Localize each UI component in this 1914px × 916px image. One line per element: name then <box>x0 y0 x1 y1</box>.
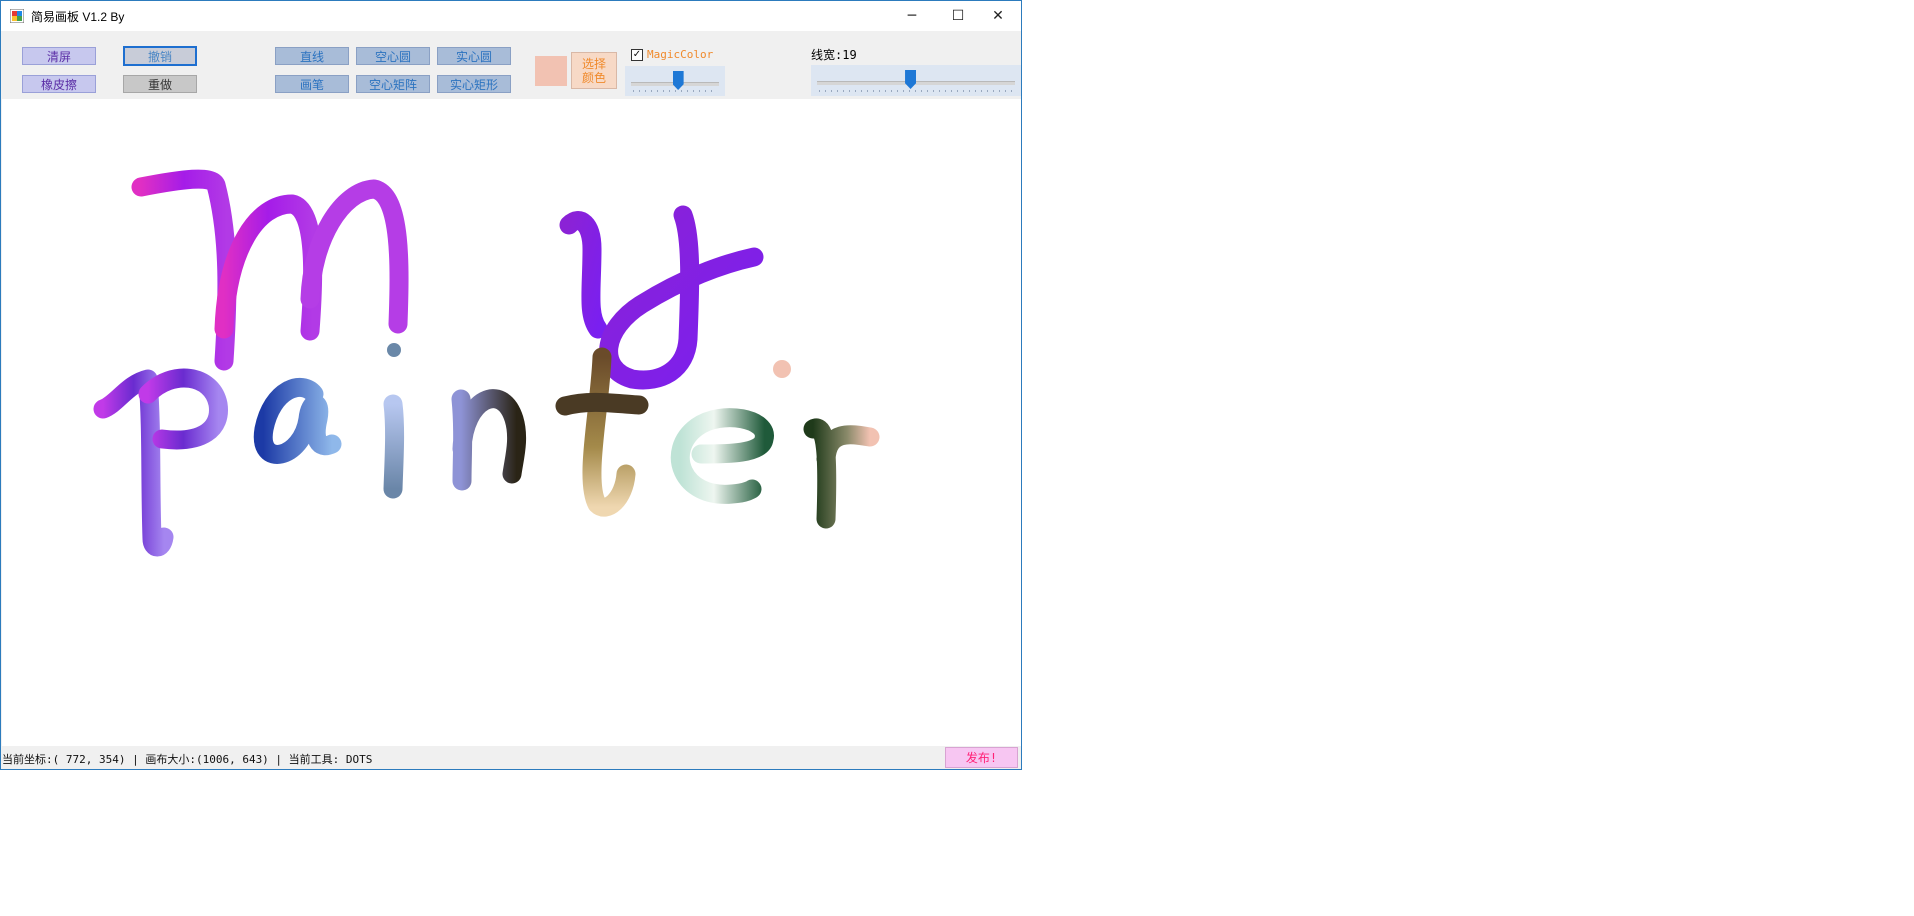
pick-color-label-1: 选择 <box>581 56 606 71</box>
stroke-n <box>451 389 527 491</box>
pick-color-label-2: 颜色 <box>581 70 606 85</box>
undo-button[interactable]: 撤销 <box>123 46 197 66</box>
solid-rect-button[interactable]: 实心矩形 <box>437 75 511 93</box>
stroke-r <box>803 418 880 529</box>
slider-thumb[interactable] <box>672 71 684 90</box>
pen-tool-button[interactable]: 画笔 <box>275 75 349 93</box>
stroke-i <box>383 394 405 499</box>
stroke-m <box>131 169 237 371</box>
redo-button[interactable]: 重做 <box>123 75 197 93</box>
stroke-i-dot <box>387 343 401 357</box>
title-bar[interactable]: 简易画板 V1.2 By ─ ☐ ✕ <box>1 1 1021 31</box>
stroke-y-left <box>559 211 608 339</box>
stroke-p-stem <box>93 369 174 557</box>
line-width-slider[interactable] <box>811 65 1021 96</box>
hollow-circle-button[interactable]: 空心圆 <box>356 47 430 65</box>
solid-circle-button[interactable]: 实心圆 <box>437 47 511 65</box>
minimize-button[interactable]: ─ <box>889 1 935 31</box>
close-button[interactable]: ✕ <box>975 1 1021 31</box>
line-width-label: 线宽:19 <box>811 48 857 62</box>
magic-color-label: MagicColor <box>647 48 714 61</box>
pick-color-button[interactable]: 选择 颜色 <box>571 52 617 89</box>
stroke-e <box>670 408 774 504</box>
status-bar: 当前坐标:( 772, 354) | 画布大小:(1006, 643) | 当前… <box>1 746 1021 769</box>
window-title: 简易画板 V1.2 By <box>31 10 125 24</box>
close-icon: ✕ <box>992 8 1004 24</box>
minimize-icon: ─ <box>907 8 917 24</box>
app-window: 简易画板 V1.2 By ─ ☐ ✕ 清屏 橡皮擦 撤销 重做 直线 画笔 空心… <box>0 0 1022 770</box>
paint-app-icon <box>10 9 24 23</box>
paint-dot <box>773 360 791 378</box>
eraser-button[interactable]: 橡皮擦 <box>22 75 96 93</box>
stroke-t-cross <box>555 392 649 416</box>
slider-ticks <box>819 90 1013 92</box>
line-tool-button[interactable]: 直线 <box>275 47 349 65</box>
magic-color-slider[interactable] <box>625 66 725 96</box>
slider-thumb[interactable] <box>905 70 917 89</box>
status-text: 当前坐标:( 772, 354) | 画布大小:(1006, 643) | 当前… <box>2 753 373 766</box>
publish-button[interactable]: 发布! <box>945 747 1018 768</box>
stroke-m-hump1 <box>214 194 323 341</box>
maximize-icon: ☐ <box>951 8 965 24</box>
stroke-a <box>253 377 342 464</box>
hollow-rect-button[interactable]: 空心矩阵 <box>356 75 430 93</box>
clear-button[interactable]: 清屏 <box>22 47 96 65</box>
drawing-canvas[interactable] <box>2 99 1021 746</box>
magic-color-option[interactable]: ✓ MagicColor <box>631 48 713 61</box>
magic-color-checkbox[interactable]: ✓ <box>631 48 643 61</box>
slider-ticks <box>633 90 717 92</box>
current-color-swatch <box>535 56 567 86</box>
stroke-y-right <box>599 205 764 390</box>
stroke-m-hump2 <box>300 179 409 334</box>
